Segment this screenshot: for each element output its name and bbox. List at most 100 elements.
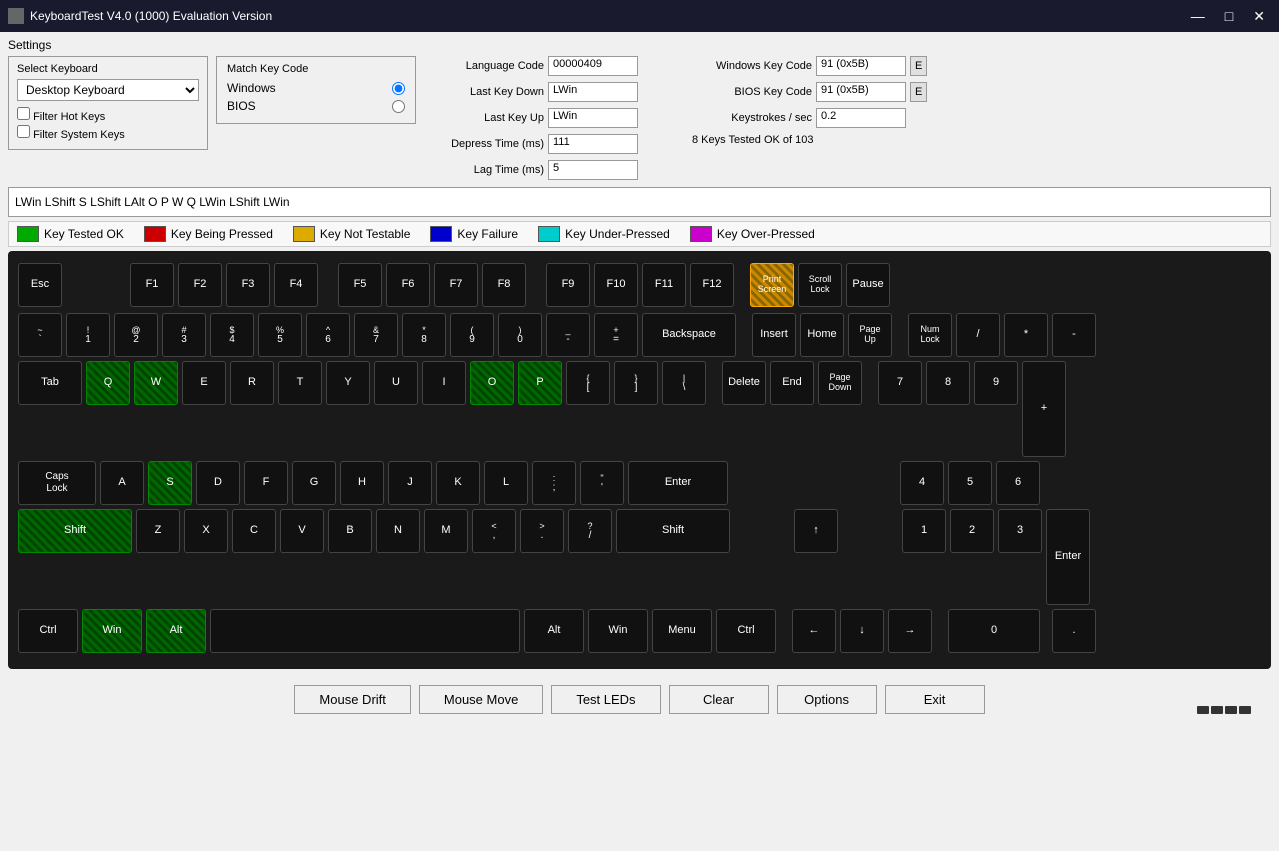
key-backtick[interactable]: ~` (18, 313, 62, 357)
key-arrow-up[interactable]: ↑ (794, 509, 838, 553)
key-4[interactable]: $4 (210, 313, 254, 357)
key-0[interactable]: )0 (498, 313, 542, 357)
keyboard-select[interactable]: Desktop Keyboard (17, 79, 199, 101)
windows-radio-label[interactable]: Windows (227, 81, 276, 95)
key-z[interactable]: Z (136, 509, 180, 553)
key-numpad-asterisk[interactable]: * (1004, 313, 1048, 357)
key-scroll-lock[interactable]: ScrollLock (798, 263, 842, 307)
key-alt-left[interactable]: Alt (146, 609, 206, 653)
key-numpad-3[interactable]: 3 (998, 509, 1042, 553)
key-2[interactable]: @2 (114, 313, 158, 357)
key-r[interactable]: R (230, 361, 274, 405)
key-1[interactable]: !1 (66, 313, 110, 357)
key-win-left[interactable]: Win (82, 609, 142, 653)
key-e[interactable]: E (182, 361, 226, 405)
key-shift-left[interactable]: Shift (18, 509, 132, 553)
key-f3[interactable]: F3 (226, 263, 270, 307)
key-t[interactable]: T (278, 361, 322, 405)
key-f7[interactable]: F7 (434, 263, 478, 307)
key-win-right[interactable]: Win (588, 609, 648, 653)
key-9[interactable]: (9 (450, 313, 494, 357)
key-delete[interactable]: Delete (722, 361, 766, 405)
key-q[interactable]: Q (86, 361, 130, 405)
key-5[interactable]: %5 (258, 313, 302, 357)
mouse-move-button[interactable]: Mouse Move (419, 685, 543, 714)
key-j[interactable]: J (388, 461, 432, 505)
key-b[interactable]: B (328, 509, 372, 553)
key-arrow-right[interactable]: → (888, 609, 932, 653)
windows-radio[interactable] (392, 82, 405, 95)
key-w[interactable]: W (134, 361, 178, 405)
key-v[interactable]: V (280, 509, 324, 553)
key-numpad-enter[interactable]: Enter (1046, 509, 1090, 605)
key-numpad-5[interactable]: 5 (948, 461, 992, 505)
key-c[interactable]: C (232, 509, 276, 553)
test-leds-button[interactable]: Test LEDs (551, 685, 660, 714)
key-f2[interactable]: F2 (178, 263, 222, 307)
filter-system-keys-label[interactable]: Filter System Keys (17, 125, 199, 141)
key-page-down[interactable]: PageDown (818, 361, 862, 405)
exit-button[interactable]: Exit (885, 685, 985, 714)
key-numpad-decimal[interactable]: . (1052, 609, 1096, 653)
key-enter[interactable]: Enter (628, 461, 728, 505)
key-numpad-2[interactable]: 2 (950, 509, 994, 553)
key-k[interactable]: K (436, 461, 480, 505)
key-semicolon[interactable]: :; (532, 461, 576, 505)
windows-key-code-e-btn[interactable]: E (910, 56, 927, 76)
maximize-button[interactable]: □ (1219, 6, 1239, 27)
key-home[interactable]: Home (800, 313, 844, 357)
key-f9[interactable]: F9 (546, 263, 590, 307)
key-u[interactable]: U (374, 361, 418, 405)
key-quote[interactable]: "' (580, 461, 624, 505)
key-l[interactable]: L (484, 461, 528, 505)
key-f11[interactable]: F11 (642, 263, 686, 307)
key-ctrl-left[interactable]: Ctrl (18, 609, 78, 653)
key-numpad-slash[interactable]: / (956, 313, 1000, 357)
key-num-lock[interactable]: NumLock (908, 313, 952, 357)
key-g[interactable]: G (292, 461, 336, 505)
key-6[interactable]: ^6 (306, 313, 350, 357)
key-esc[interactable]: Esc (18, 263, 62, 307)
key-d[interactable]: D (196, 461, 240, 505)
key-backspace[interactable]: Backspace (642, 313, 736, 357)
key-shift-right[interactable]: Shift (616, 509, 730, 553)
key-a[interactable]: A (100, 461, 144, 505)
filter-system-keys-checkbox[interactable] (17, 125, 30, 138)
key-numpad-9[interactable]: 9 (974, 361, 1018, 405)
key-slash[interactable]: ?/ (568, 509, 612, 553)
mouse-drift-button[interactable]: Mouse Drift (294, 685, 410, 714)
bios-radio-label[interactable]: BIOS (227, 99, 256, 113)
key-numpad-4[interactable]: 4 (900, 461, 944, 505)
key-insert[interactable]: Insert (752, 313, 796, 357)
key-alt-right[interactable]: Alt (524, 609, 584, 653)
key-f8[interactable]: F8 (482, 263, 526, 307)
key-f5[interactable]: F5 (338, 263, 382, 307)
key-y[interactable]: Y (326, 361, 370, 405)
key-arrow-left[interactable]: ← (792, 609, 836, 653)
key-8[interactable]: *8 (402, 313, 446, 357)
key-f1[interactable]: F1 (130, 263, 174, 307)
key-7[interactable]: &7 (354, 313, 398, 357)
key-f6[interactable]: F6 (386, 263, 430, 307)
clear-button[interactable]: Clear (669, 685, 769, 714)
bios-key-code-e-btn[interactable]: E (910, 82, 927, 102)
key-f10[interactable]: F10 (594, 263, 638, 307)
key-backslash[interactable]: |\ (662, 361, 706, 405)
key-comma[interactable]: <, (472, 509, 516, 553)
key-f12[interactable]: F12 (690, 263, 734, 307)
key-arrow-down[interactable]: ↓ (840, 609, 884, 653)
key-print-screen[interactable]: PrintScreen (750, 263, 794, 307)
key-ctrl-right[interactable]: Ctrl (716, 609, 776, 653)
key-period[interactable]: >. (520, 509, 564, 553)
key-f4[interactable]: F4 (274, 263, 318, 307)
key-rbracket[interactable]: }] (614, 361, 658, 405)
key-m[interactable]: M (424, 509, 468, 553)
key-3[interactable]: #3 (162, 313, 206, 357)
key-space[interactable] (210, 609, 520, 653)
key-numpad-0[interactable]: 0 (948, 609, 1040, 653)
key-page-up[interactable]: PageUp (848, 313, 892, 357)
minimize-button[interactable]: — (1185, 6, 1211, 27)
key-numpad-1[interactable]: 1 (902, 509, 946, 553)
key-end[interactable]: End (770, 361, 814, 405)
key-numpad-minus[interactable]: - (1052, 313, 1096, 357)
